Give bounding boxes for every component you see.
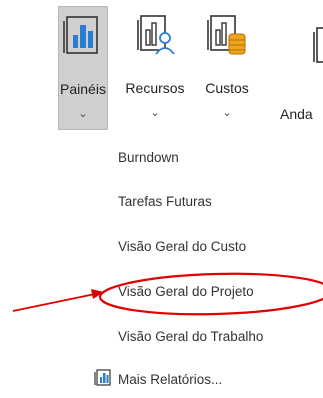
menu-item-tarefas-futuras[interactable]: Tarefas Futuras: [118, 194, 212, 209]
menu-item-visao-geral-custo[interactable]: Visão Geral do Custo: [118, 239, 246, 254]
andamento-partial-label[interactable]: Anda: [280, 106, 313, 122]
report-icon: [94, 369, 111, 386]
cost-chart-coins-icon: [207, 15, 246, 55]
paineis-label: Painéis: [60, 81, 106, 97]
partial-ribbon-icon: [313, 27, 323, 63]
menu-item-visao-geral-projeto[interactable]: Visão Geral do Projeto: [118, 284, 254, 299]
recursos-label: Recursos: [125, 80, 185, 96]
custos-label: Custos: [205, 80, 249, 96]
paineis-button[interactable]: Painéis ⌄: [58, 6, 108, 130]
resource-chart-person-icon: [137, 15, 175, 55]
recursos-button[interactable]: Recursos ⌄: [109, 6, 201, 130]
chevron-down-icon: ⌄: [222, 107, 232, 119]
annotation-arrow-line: [12, 293, 96, 312]
reports-dropdown-screen: Painéis ⌄ Recursos ⌄ Custos ⌄ Anda Burnd…: [0, 0, 323, 398]
chevron-down-icon: ⌄: [150, 107, 160, 119]
menu-item-visao-geral-trabalho[interactable]: Visão Geral do Trabalho: [118, 329, 263, 344]
ribbon-bar: Painéis ⌄ Recursos ⌄ Custos ⌄ Anda: [0, 0, 323, 137]
menu-item-burndown[interactable]: Burndown: [118, 150, 179, 165]
dashboard-bar-chart-icon: [63, 16, 98, 54]
menu-item-mais-relatorios[interactable]: Mais Relatórios...: [118, 372, 222, 387]
annotation-arrow-head: [91, 289, 104, 299]
custos-button[interactable]: Custos ⌄: [199, 6, 255, 130]
chevron-down-icon: ⌄: [78, 108, 88, 120]
